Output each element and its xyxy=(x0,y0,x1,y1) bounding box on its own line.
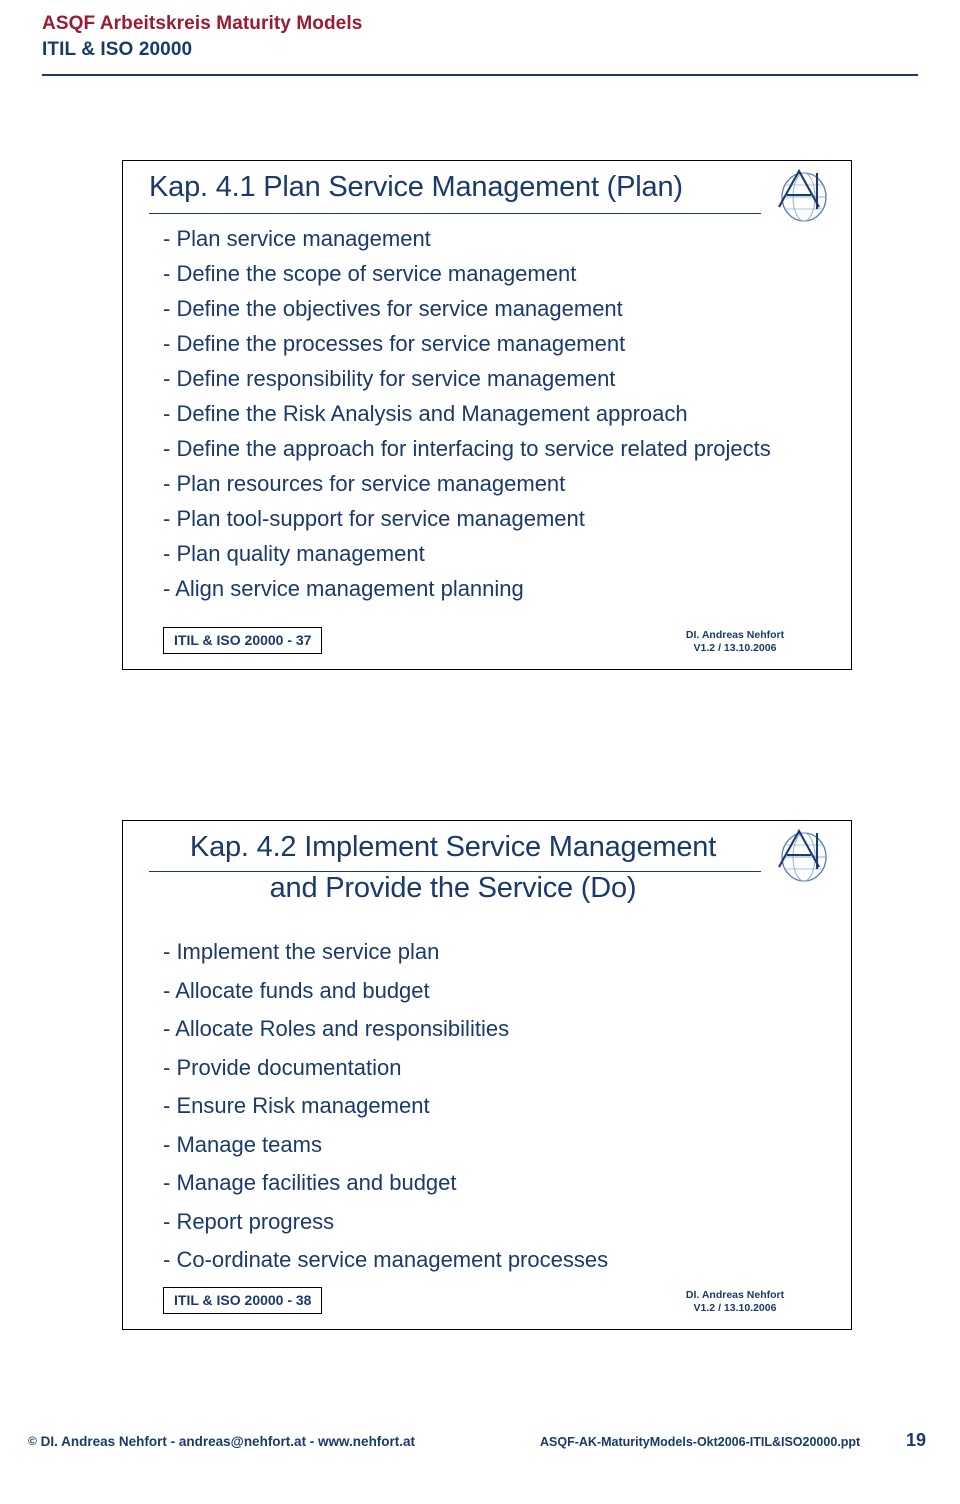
slide-1-author: DI. Andreas Nehfort V1.2 / 13.10.2006 xyxy=(645,629,825,655)
slide-2-title-underline xyxy=(149,871,761,872)
header-title-line2: ITIL & ISO 20000 xyxy=(42,39,193,60)
asqf-logo-icon xyxy=(773,827,835,883)
header-title-line1: ASQF Arbeitskreis Maturity Models xyxy=(42,13,363,34)
list-item: - Define responsibility for service mana… xyxy=(163,366,616,391)
list-item: - Ensure Risk management xyxy=(163,1093,430,1118)
list-item: - Manage teams xyxy=(163,1131,322,1157)
list-item: - Manage facilities and budget xyxy=(163,1170,457,1195)
list-item: - Plan tool-support for service manageme… xyxy=(163,506,585,531)
list-item: - Define the objectives for service mana… xyxy=(163,296,623,321)
slide-1-title-underline xyxy=(149,213,761,214)
list-item: - Plan service management xyxy=(163,226,431,251)
slide-2-footer-label: ITIL & ISO 20000 - 38 xyxy=(163,1287,323,1314)
asqf-logo-icon xyxy=(773,167,835,223)
copyright-icon: © xyxy=(28,1434,37,1448)
slide-2-bullet-list: - Implement the service plan - Allocate … xyxy=(163,933,608,1280)
list-item: - Define the scope of service management xyxy=(163,261,577,286)
list-item: - Define the approach for interfacing to… xyxy=(163,436,771,461)
slide-2-title-line1: Kap. 4.2 Implement Service Management xyxy=(189,831,717,863)
list-item: - Implement the service plan xyxy=(163,939,440,964)
slide-2: Kap. 4.2 Implement Service Management an… xyxy=(122,820,852,1330)
list-item: - Plan quality management xyxy=(163,541,425,566)
list-item: - Allocate Roles and responsibilities xyxy=(163,1016,510,1041)
list-item: - Align service management planning xyxy=(163,576,524,601)
slide-1-bullet-list: - Plan service management - Define the s… xyxy=(163,221,771,606)
slide-1-author-version: V1.2 / 13.10.2006 xyxy=(693,642,777,654)
slide-2-author-name: DI. Andreas Nehfort xyxy=(685,1289,785,1301)
list-item: - Define the processes for service manag… xyxy=(163,331,626,356)
footer-contact: © DI. Andreas Nehfort - andreas@nehfort.… xyxy=(28,1434,415,1449)
slide-1-footer-label: ITIL & ISO 20000 - 37 xyxy=(163,627,323,654)
page-number: 19 xyxy=(906,1430,927,1450)
list-item: - Co-ordinate service management process… xyxy=(163,1247,609,1272)
list-item: - Allocate funds and budget xyxy=(163,977,430,1003)
slide-1: Kap. 4.1 Plan Service Management (Plan) … xyxy=(122,160,852,670)
page-header: ASQF Arbeitskreis Maturity Models ITIL &… xyxy=(42,12,918,76)
list-item: - Plan resources for service management xyxy=(163,471,566,496)
footer-filename: ASQF-AK-MaturityModels-Okt2006-ITIL&ISO2… xyxy=(540,1435,861,1449)
slide-2-author-version: V1.2 / 13.10.2006 xyxy=(693,1302,777,1314)
slide-2-author: DI. Andreas Nehfort V1.2 / 13.10.2006 xyxy=(645,1289,825,1315)
list-item: - Provide documentation xyxy=(163,1054,402,1080)
header-divider xyxy=(42,74,918,76)
list-item: - Define the Risk Analysis and Managemen… xyxy=(163,401,688,426)
page-footer: © DI. Andreas Nehfort - andreas@nehfort.… xyxy=(0,1420,960,1460)
slide-1-title: Kap. 4.1 Plan Service Management (Plan) xyxy=(149,171,683,203)
slide-2-title-line2: and Provide the Service (Do) xyxy=(269,872,637,904)
list-item: - Report progress xyxy=(163,1208,335,1234)
footer-contact-text: DI. Andreas Nehfort - andreas@nehfort.at… xyxy=(40,1434,416,1449)
slide-1-author-name: DI. Andreas Nehfort xyxy=(685,629,785,641)
